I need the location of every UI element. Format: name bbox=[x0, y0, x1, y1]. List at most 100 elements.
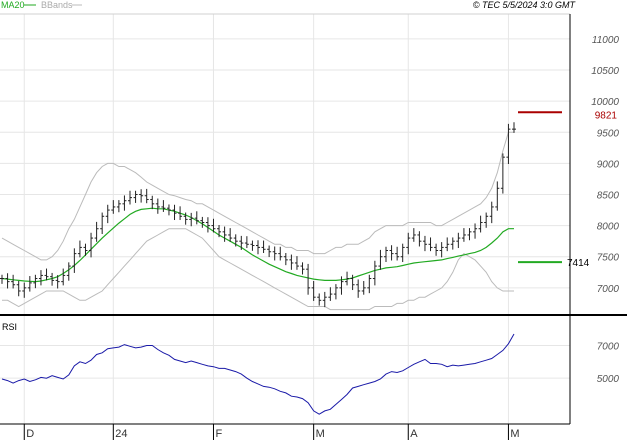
x-tick-label: M bbox=[316, 428, 325, 440]
price-tick-label: 8000 bbox=[597, 222, 620, 233]
x-tick-label: A bbox=[410, 428, 418, 440]
price-bar bbox=[406, 232, 411, 255]
price-bar bbox=[94, 221, 99, 242]
price-bar bbox=[400, 243, 405, 263]
price-bar bbox=[445, 237, 450, 252]
price-bar bbox=[77, 240, 82, 258]
price-bar bbox=[512, 122, 516, 133]
x-tick-label: F bbox=[215, 428, 222, 440]
price-bar bbox=[89, 232, 94, 258]
price-bar bbox=[128, 190, 132, 205]
price-bar bbox=[283, 253, 288, 266]
stock-chart: 98217414 7000750080008500900095001000010… bbox=[0, 0, 627, 440]
price-bar bbox=[411, 228, 416, 242]
price-tick-label: 7000 bbox=[597, 284, 620, 295]
price-bar bbox=[272, 246, 277, 261]
price-bar bbox=[428, 237, 433, 252]
price-tick-label: 7500 bbox=[597, 253, 620, 264]
price-bar bbox=[417, 231, 422, 247]
price-tick-label: 10000 bbox=[591, 97, 619, 108]
price-bar bbox=[16, 281, 21, 297]
price-bar bbox=[116, 200, 121, 213]
price-bar bbox=[456, 232, 461, 249]
price-bar bbox=[306, 263, 311, 295]
bbands-legend-label: BBands bbox=[41, 0, 73, 10]
rsi-title: RSI bbox=[2, 322, 17, 332]
price-bar bbox=[161, 200, 166, 212]
price-bar bbox=[261, 240, 266, 254]
price-bar bbox=[0, 274, 4, 284]
price-bar bbox=[189, 212, 194, 227]
price-bar bbox=[395, 246, 400, 261]
price-bar bbox=[27, 276, 32, 292]
price-bar bbox=[478, 215, 483, 233]
price-bar bbox=[100, 212, 105, 235]
price-bar bbox=[133, 190, 138, 203]
rsi-tick-label: 5000 bbox=[597, 374, 620, 385]
price-bar bbox=[300, 262, 305, 275]
price-tick-label: 9500 bbox=[597, 128, 620, 139]
price-bar bbox=[22, 282, 27, 298]
price-bar bbox=[372, 260, 377, 286]
price-bar bbox=[311, 281, 316, 301]
price-bar bbox=[500, 153, 505, 194]
price-bar bbox=[495, 181, 500, 211]
rsi-tick-label: 7000 bbox=[597, 341, 620, 352]
price-tick-label: 8500 bbox=[597, 190, 620, 201]
price-bar bbox=[139, 189, 144, 203]
rsi-series bbox=[1, 333, 515, 415]
timestamp-label: © TEC 5/5/2024 3:0 GMT bbox=[473, 0, 577, 10]
price-bar bbox=[489, 201, 494, 224]
price-bar bbox=[450, 237, 455, 250]
gridlines bbox=[0, 14, 570, 424]
x-tick-label: D bbox=[26, 428, 34, 440]
price-bar bbox=[150, 195, 155, 210]
price-bar bbox=[256, 240, 260, 255]
bollinger-bands bbox=[1, 131, 514, 311]
x-tick-label: 24 bbox=[115, 428, 127, 440]
price-bar bbox=[506, 123, 511, 164]
price-bar bbox=[61, 268, 66, 286]
price-bar bbox=[144, 188, 149, 204]
price-bar bbox=[105, 204, 110, 224]
price-bar bbox=[322, 291, 327, 308]
price-bar bbox=[194, 211, 199, 225]
price-bar bbox=[333, 284, 338, 300]
price-bar bbox=[38, 270, 43, 286]
price-tick-label: 11000 bbox=[592, 35, 620, 46]
price-bar bbox=[317, 293, 322, 306]
price-bars bbox=[0, 122, 516, 308]
price-bar bbox=[294, 256, 299, 270]
rsi-line bbox=[1, 333, 515, 415]
price-bar bbox=[155, 198, 160, 214]
price-bar bbox=[44, 268, 49, 281]
price-bar bbox=[111, 200, 116, 214]
price-bar bbox=[250, 240, 255, 251]
price-bar bbox=[367, 274, 372, 294]
price-bar bbox=[11, 274, 16, 289]
price-bar bbox=[434, 243, 439, 256]
price-bar bbox=[244, 236, 249, 249]
price-bar bbox=[461, 228, 466, 242]
x-tick-label: M bbox=[510, 428, 519, 440]
price-bar bbox=[72, 248, 77, 273]
price-bar bbox=[422, 235, 427, 252]
price-bar bbox=[384, 246, 388, 263]
price-bar bbox=[345, 271, 350, 286]
price-bar bbox=[378, 249, 383, 270]
price-bar bbox=[278, 246, 283, 261]
price-bar bbox=[467, 228, 472, 241]
price-bar bbox=[356, 279, 361, 298]
resistance-label: 9821 bbox=[595, 110, 618, 121]
price-bar bbox=[122, 195, 127, 211]
price-tick-label: 9000 bbox=[597, 159, 620, 170]
price-tick-label: 10500 bbox=[591, 66, 619, 77]
price-bar bbox=[389, 245, 394, 261]
price-bar bbox=[439, 242, 444, 258]
price-bar bbox=[328, 287, 333, 301]
price-bar bbox=[267, 245, 272, 258]
price-bar bbox=[5, 273, 10, 289]
price-bar bbox=[205, 217, 210, 233]
ma20-legend-label: MA20 bbox=[1, 0, 25, 10]
price-bar bbox=[66, 262, 71, 281]
